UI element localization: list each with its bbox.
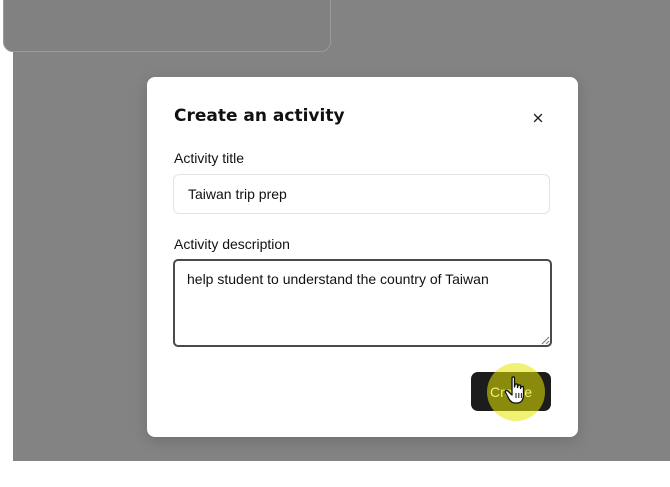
create-activity-dialog: Create an activity Activity title Activi…	[147, 77, 578, 437]
close-icon[interactable]	[529, 109, 547, 127]
activity-title-label: Activity title	[174, 150, 245, 166]
activity-description-textarea[interactable]: help student to understand the country o…	[173, 259, 552, 347]
background-card	[3, 0, 331, 52]
activity-title-input[interactable]	[173, 174, 550, 214]
activity-description-label: Activity description	[174, 236, 290, 252]
dialog-title: Create an activity	[174, 106, 345, 126]
create-button[interactable]: Create	[471, 372, 551, 411]
resize-grip-icon[interactable]	[540, 335, 550, 345]
